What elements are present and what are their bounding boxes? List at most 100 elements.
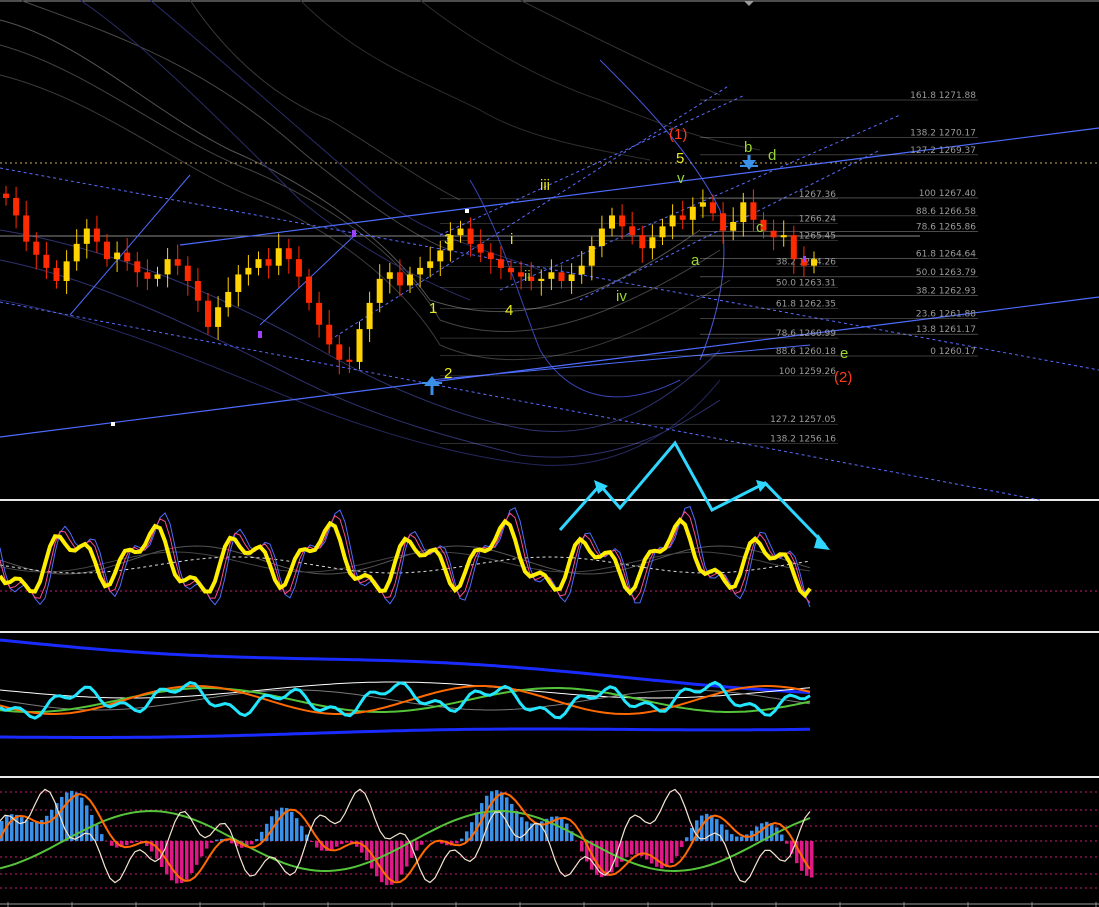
fib-level-label: 138.2 1270.17 [910,128,976,138]
histogram-bar [180,841,184,884]
candle-body [235,274,242,292]
histogram-bar [770,823,774,841]
candle-body [588,246,595,266]
histogram-bar [345,841,349,843]
fib-inner-label: 1267.36 [799,190,836,200]
fib-level-label: 100 1267.40 [919,189,977,199]
wave-label-e: e [840,345,848,362]
histogram-bar [810,841,814,878]
histogram-bar [730,834,734,841]
candle-body [477,243,484,253]
histogram-bar [415,841,419,851]
candle-body [93,228,100,242]
histogram-bar [295,818,299,841]
candle-body [265,259,272,266]
fib-inner-label: 61.8 1262.35 [776,299,836,309]
fib-level-label: 88.6 1266.58 [916,207,976,217]
candle-body [306,276,312,303]
fib-inner-label: 138.2 1256.16 [770,435,836,445]
candle-body [134,261,141,273]
histogram-bar [630,841,634,855]
candle-body [376,278,383,303]
histogram-bar [665,841,669,868]
candle-body [508,267,514,273]
wave-label-3: 3 [444,231,452,248]
histogram-bar [710,815,714,841]
histogram-bar [35,822,39,841]
candle-body [144,272,151,279]
histogram-bar [50,809,54,841]
candle-body [497,259,504,268]
candle-body [73,243,80,262]
histogram-bar [255,839,259,841]
candle-body [295,259,302,277]
candle-body [578,265,585,275]
histogram-bar [205,841,209,849]
histogram-bar [315,841,319,848]
histogram-bar [280,807,284,841]
candle-body [154,274,161,279]
histogram-bar [200,841,204,857]
histogram-bar [425,841,429,842]
wave-label-i: i [510,231,513,248]
histogram-bar [740,836,744,841]
histogram-bar [485,795,489,841]
candle-body [679,215,686,220]
candle-body [63,261,70,282]
histogram-bar [340,841,344,845]
histogram-bar [290,811,294,841]
histogram-bar [300,826,304,841]
candle-body [336,344,343,360]
histogram-bar [735,836,739,841]
candle-body [710,202,716,214]
candle-body [609,215,615,229]
candle-body [114,252,121,260]
histogram-bar [210,841,214,843]
histogram-bar [510,803,514,841]
histogram-bar [670,841,674,864]
histogram-bar [125,841,129,846]
candle-body [407,274,413,286]
candle-body [366,302,373,330]
candle-body [730,221,737,231]
candle-body [275,248,282,266]
candle-body [639,235,646,249]
candle-body [13,197,20,216]
fib-level-label: 50.0 1263.79 [916,268,976,278]
candle-body [568,274,575,282]
fib-inner-label: 78.6 1260.99 [776,329,836,339]
candle-body [659,226,666,238]
histogram-bar [455,841,459,844]
histogram-bar [580,841,584,852]
wave-label-d: d [768,147,776,164]
candle-body [619,215,626,227]
candle-body [720,213,727,231]
histogram-bar [135,841,139,842]
histogram-bar [250,841,254,845]
candle-body [53,267,60,282]
histogram-bar [190,841,194,873]
fib-level-label: 127.2 1269.37 [910,146,976,156]
histogram-bar [460,838,464,841]
candle-body [649,237,656,249]
histogram-bar [780,834,784,841]
histogram-bar [685,837,689,841]
histogram-bar [785,841,789,844]
wave-label-v: v [677,170,685,187]
candle-body [104,241,110,260]
candle-body [811,259,817,266]
candle-body [255,259,262,268]
histogram-bar [170,841,174,881]
histogram-bar [110,841,114,846]
candle-body [245,267,252,275]
histogram-bar [650,841,654,864]
candle-body [326,324,333,345]
wave-label-b: b [744,139,752,156]
histogram-bar [560,818,564,841]
candle-body [164,259,171,275]
histogram-bar [605,841,609,877]
candle-body [33,241,40,255]
candle-body [699,202,706,207]
histogram-bar [420,841,424,845]
wave-label-iv: iv [616,288,627,305]
